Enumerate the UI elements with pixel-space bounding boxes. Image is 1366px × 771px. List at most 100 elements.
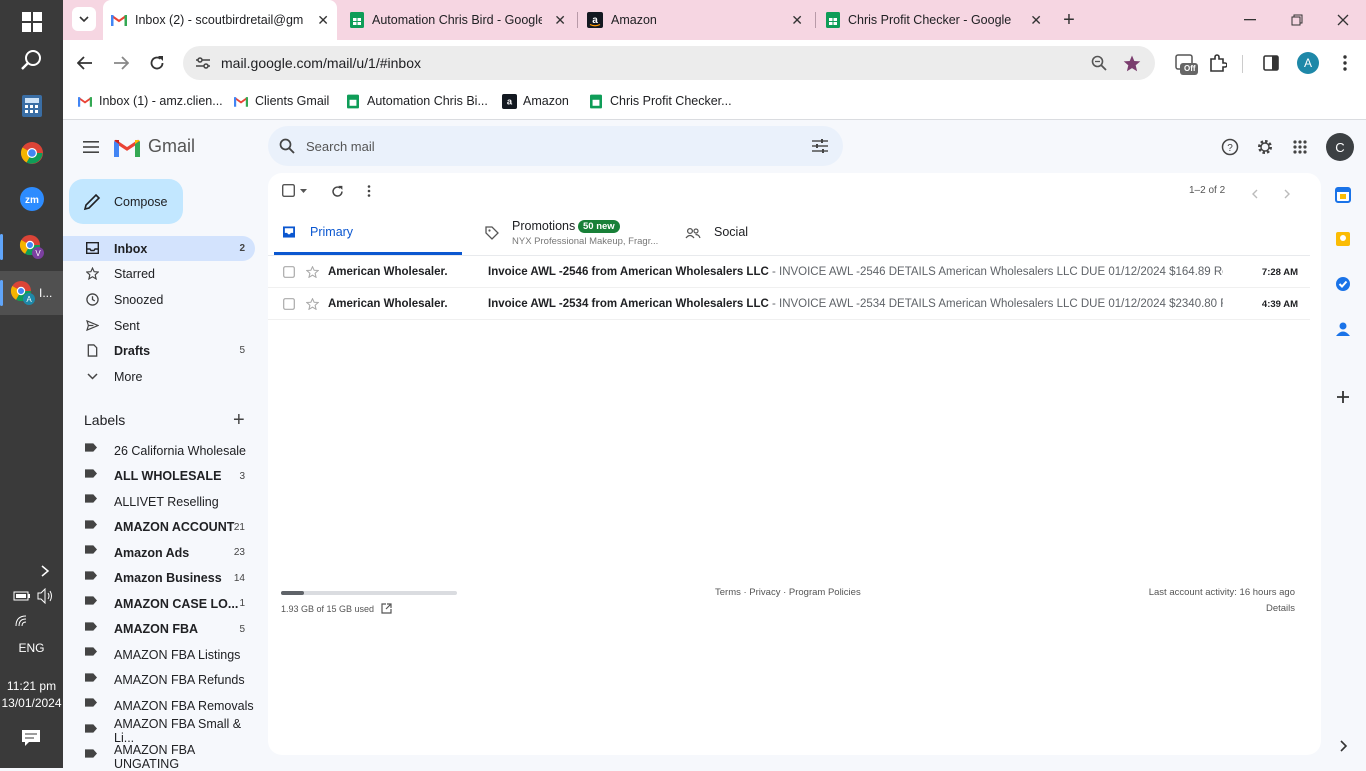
more-actions-button[interactable] [364,183,374,199]
label-item[interactable]: AMAZON FBA Refunds [63,668,255,693]
nav-sent[interactable]: Sent [63,313,255,338]
calendar-icon[interactable] [1335,187,1351,208]
close-tab-icon[interactable]: ✕ [317,12,329,29]
reload-button[interactable] [145,51,169,75]
get-addons-button[interactable] [1335,389,1351,410]
side-panel-button[interactable] [1259,51,1283,75]
label-item[interactable]: AMAZON ACCOUNT 21 [63,515,255,540]
account-avatar[interactable]: C [1326,133,1354,161]
close-tab-icon[interactable]: ✕ [1030,12,1042,29]
nav-more[interactable]: More [63,364,255,389]
forward-button[interactable] [109,51,133,75]
label-item[interactable]: AMAZON FBA UNGATING [63,743,255,771]
restore-button[interactable] [1285,10,1309,30]
volume-icon[interactable] [37,587,55,609]
star-icon[interactable] [306,266,319,278]
tab-automation[interactable]: Automation Chris Bird - Google ✕ [342,0,574,40]
chrome-profile-v-icon[interactable]: V [0,225,63,269]
checkbox-icon[interactable] [283,266,295,278]
label-item[interactable]: ALL WHOLESALE 3 [63,464,255,489]
show-side-panel-button[interactable] [1339,739,1348,757]
wifi-icon[interactable] [14,614,30,633]
label-item[interactable]: 26 California Wholesale [63,438,255,463]
chrome-menu-button[interactable] [1333,51,1357,75]
search-bar[interactable]: Search mail [268,126,843,166]
zoom-icon[interactable]: zm [0,177,63,221]
battery-icon[interactable] [13,589,31,608]
language-indicator[interactable]: ENG [0,641,63,655]
tab-social[interactable]: Social [679,213,869,255]
minimize-button[interactable] [1238,10,1262,30]
activity-details-link[interactable]: Details [1266,603,1295,614]
apps-button[interactable] [1288,135,1312,159]
tab-profit-checker[interactable]: Chris Profit Checker - Google S ✕ [818,0,1050,40]
bookmark-clients-gmail[interactable]: Clients Gmail [233,93,329,109]
tab-inbox[interactable]: Inbox (2) - scoutbirdretail@gma ✕ [103,0,337,40]
label-item[interactable]: Amazon Ads 23 [63,540,255,565]
chevron-right-icon[interactable] [38,563,52,584]
label-item[interactable]: AMAZON FBA 5 [63,617,255,642]
new-tab-button[interactable]: + [1057,8,1081,32]
label-item[interactable]: AMAZON FBA Listings [63,642,255,667]
calculator-icon[interactable] [0,84,63,128]
email-row[interactable]: American Wholesaler. Invoice AWL -2546 fr… [268,256,1310,288]
close-tab-icon[interactable]: ✕ [554,12,566,29]
label-item[interactable]: AMAZON FBA Small & Li... [63,717,255,745]
svg-text:a: a [592,15,598,26]
chrome-icon[interactable] [0,131,63,175]
extension-off-button[interactable]: Off [1173,51,1199,77]
gmail-logo[interactable]: Gmail [114,136,195,157]
nav-starred[interactable]: Starred [63,261,255,286]
bookmark-amazon[interactable]: a Amazon [501,93,569,109]
keep-icon[interactable] [1335,231,1351,252]
notification-icon[interactable] [21,729,41,752]
tab-amazon[interactable]: a Amazon ✕ [579,0,811,40]
label-item[interactable]: AMAZON CASE LO... 1 [63,591,255,616]
settings-button[interactable] [1253,135,1277,159]
chrome-profile-a-taskbar-item[interactable]: A I... [0,271,63,315]
contacts-icon[interactable] [1336,321,1350,342]
tab-search-button[interactable] [72,7,96,31]
search-input[interactable]: Search mail [306,139,375,154]
label-item[interactable]: AMAZON FBA Removals [63,693,255,718]
tab-promotions[interactable]: Promotions 50 new NYX Professional Makeu… [475,213,675,255]
checkbox-icon[interactable] [283,298,295,310]
close-window-button[interactable] [1331,10,1355,30]
tasks-icon[interactable] [1335,276,1351,297]
bookmark-profit-checker[interactable]: Chris Profit Checker... [588,93,732,109]
help-button[interactable]: ? [1218,135,1242,159]
refresh-button[interactable] [329,183,345,199]
nav-inbox[interactable]: Inbox 2 [63,236,255,261]
nav-snoozed[interactable]: Snoozed [63,287,255,312]
zoom-icon[interactable] [1091,55,1107,71]
search-icon[interactable] [279,138,295,154]
star-icon[interactable] [306,298,319,310]
extensions-button[interactable] [1206,51,1230,75]
chevron-down-icon [85,369,99,383]
email-row[interactable]: American Wholesaler. Invoice AWL -2534 fr… [268,288,1310,320]
site-settings-icon[interactable] [195,56,211,70]
footer-links[interactable]: Terms · Privacy · Program Policies [715,587,861,598]
bookmark-star-icon[interactable] [1123,55,1141,72]
svg-text:A: A [26,295,32,304]
profile-avatar[interactable]: A [1297,52,1319,74]
search-icon[interactable] [0,38,63,82]
back-button[interactable] [73,51,97,75]
clock[interactable]: 11:21 pm 13/01/2024 [0,678,63,712]
bookmark-automation[interactable]: Automation Chris Bi... [345,93,488,109]
bookmark-inbox[interactable]: Inbox (1) - amz.clien... [77,93,223,109]
tab-primary[interactable]: Primary [274,213,462,255]
nav-drafts[interactable]: Drafts 5 [63,338,255,363]
label-item[interactable]: ALLIVET Reselling [63,489,255,514]
close-tab-icon[interactable]: ✕ [791,12,803,29]
older-button[interactable] [1283,186,1291,204]
create-label-button[interactable]: + [233,410,245,430]
newer-button[interactable] [1251,186,1259,204]
main-menu-button[interactable] [79,135,103,159]
label-item[interactable]: Amazon Business 14 [63,566,255,591]
compose-button[interactable]: Compose [69,179,183,224]
select-all-checkbox[interactable] [282,184,307,197]
address-bar[interactable]: mail.google.com/mail/u/1/#inbox [183,46,1155,80]
open-in-new-icon[interactable] [381,603,392,614]
search-options-icon[interactable] [812,139,828,153]
